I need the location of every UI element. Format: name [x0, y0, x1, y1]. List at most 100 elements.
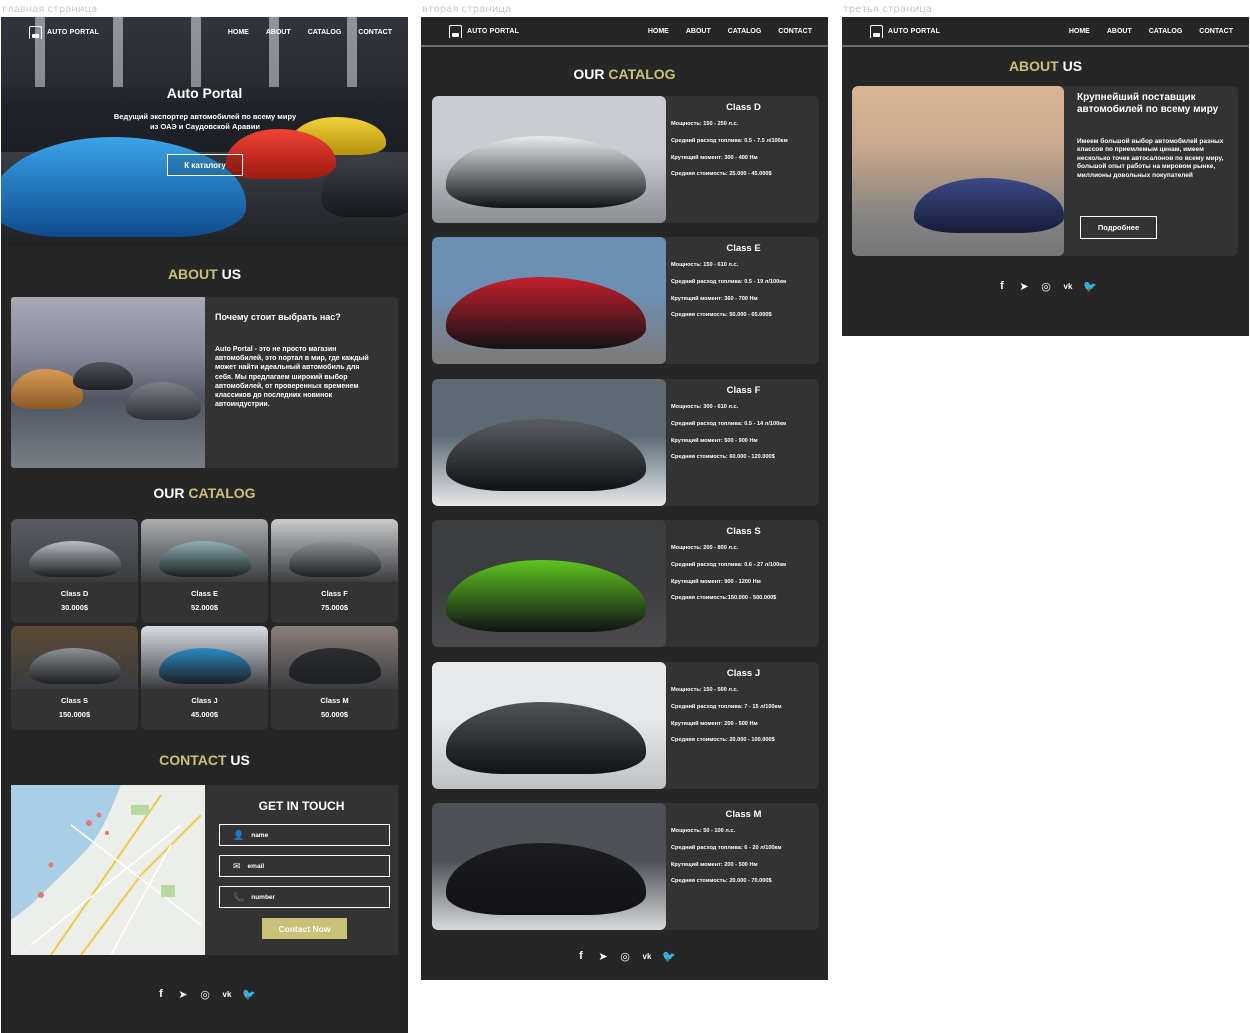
about-page-card: Крупнейший поставщик автомобилей по всем… [852, 86, 1238, 256]
catalog-card-image [11, 519, 138, 582]
class-card-title: Class E [726, 243, 761, 254]
about-page-text: Имеем большой выбор автомобилей разных к… [1077, 138, 1224, 179]
instagram-icon[interactable]: ◎ [198, 987, 212, 1001]
nav-catalog[interactable]: CATALOG [308, 29, 342, 36]
class-card[interactable]: Class J Мощность: 150 - 500 л.с. Средний р… [432, 662, 819, 789]
map-graphic [11, 785, 205, 955]
nav-contact[interactable]: CONTACT [1199, 28, 1233, 35]
logo[interactable]: AUTO PORTAL [870, 24, 941, 38]
catalog-card[interactable]: Class J 45.000$ [141, 626, 268, 730]
catalog-card-car [289, 541, 381, 577]
class-card-cost: Средняя стоимость: 25.000 - 45.000$ [671, 171, 772, 177]
class-card-power: Мощность: 50 - 100 л.с. [671, 828, 736, 834]
class-card-power: Мощность: 300 - 610 л.с. [671, 404, 739, 410]
class-card-power: Мощность: 150 - 610 л.с. [671, 262, 739, 268]
contact-title: CONTACT US [1, 752, 408, 768]
email-field[interactable]: ✉ email [219, 855, 390, 877]
class-card-image [432, 96, 666, 223]
about-page-title-rest: US [1058, 58, 1083, 74]
class-card-power: Мощность: 200 - 800 л.с. [671, 545, 739, 551]
telegram-icon[interactable]: ➤ [596, 949, 610, 963]
class-card-torque: Крутящий момент: 300 - 400 Нм [671, 155, 758, 161]
logo[interactable]: AUTO PORTAL [29, 25, 100, 39]
class-card-cost: Средняя стоимость: 20.000 - 100.000$ [671, 737, 775, 743]
nav-about[interactable]: ABOUT [1107, 28, 1132, 35]
catalog-title: OUR CATALOG [1, 485, 408, 501]
nav-catalog[interactable]: CATALOG [728, 28, 762, 35]
class-card-car [446, 419, 646, 491]
number-field[interactable]: 📞 number [219, 886, 390, 908]
map[interactable] [11, 785, 205, 955]
logo-text: AUTO PORTAL [888, 27, 941, 35]
nav-home[interactable]: HOME [228, 29, 249, 36]
twitter-icon[interactable]: 🐦 [242, 987, 256, 1001]
about-page-title-accent: ABOUT [1008, 58, 1059, 74]
facebook-icon[interactable]: f [154, 987, 168, 1001]
logo-text: AUTO PORTAL [47, 28, 100, 36]
vk-icon[interactable]: vk [1061, 279, 1075, 293]
catalog-card-image [11, 626, 138, 689]
catalog-title-accent: CATALOG [184, 485, 256, 501]
nav-about[interactable]: ABOUT [266, 29, 291, 36]
vk-icon[interactable]: vk [220, 987, 234, 1001]
catalog-card[interactable]: Class M 50.000$ [271, 626, 398, 730]
about-car-grey [126, 382, 201, 420]
about-card: Почему стоит выбрать нас? Auto Portal - … [11, 297, 398, 468]
nav-menu: HOME ABOUT CATALOG CONTACT [228, 29, 392, 36]
catalog-page-frame: AUTO PORTAL HOME ABOUT CATALOG CONTACT O… [421, 17, 828, 980]
contact-now-button[interactable]: Contact Now [262, 918, 347, 939]
name-placeholder: name [251, 831, 269, 839]
logo[interactable]: AUTO PORTAL [449, 24, 519, 38]
nav-contact[interactable]: CONTACT [778, 28, 812, 35]
class-card[interactable]: Class S Мощность: 200 - 800 л.с. Средний р… [432, 520, 819, 647]
class-card-fuel: Средний расход топлива: 6 - 20 л/100км [671, 845, 782, 851]
telegram-icon[interactable]: ➤ [1017, 279, 1031, 293]
about-title-accent: ABOUT [167, 266, 218, 282]
catalog-card[interactable]: Class E 52.000$ [141, 519, 268, 623]
catalog-card[interactable]: Class S 150.000$ [11, 626, 138, 730]
class-card-car [446, 843, 646, 915]
twitter-icon[interactable]: 🐦 [662, 949, 676, 963]
class-card[interactable]: Class M Мощность: 50 - 100 л.с. Средний ра… [432, 803, 819, 930]
class-card-image [432, 662, 666, 789]
nav-catalog[interactable]: CATALOG [1149, 28, 1183, 35]
class-card-title: Class D [726, 102, 761, 113]
facebook-icon[interactable]: f [574, 949, 588, 963]
twitter-icon[interactable]: 🐦 [1083, 279, 1097, 293]
instagram-icon[interactable]: ◎ [1039, 279, 1053, 293]
class-card[interactable]: Class E Мощность: 150 - 610 л.с. Средний р… [432, 237, 819, 364]
class-card-title: Class M [725, 809, 762, 820]
catalog-card-price: 52.000$ [190, 603, 219, 612]
socials-catalog: f ➤ ◎ vk 🐦 [574, 949, 676, 963]
class-card[interactable]: Class F Мощность: 300 - 610 л.с. Средний р… [432, 379, 819, 506]
more-button[interactable]: Подробнее [1080, 216, 1157, 239]
catalog-page-title: OUR CATALOG [421, 66, 828, 82]
nav-contact[interactable]: CONTACT [358, 29, 392, 36]
telegram-icon[interactable]: ➤ [176, 987, 190, 1001]
vk-icon[interactable]: vk [640, 949, 654, 963]
catalog-card[interactable]: Class D 30.000$ [11, 519, 138, 623]
catalog-nav: AUTO PORTAL HOME ABOUT CATALOG CONTACT [421, 17, 828, 47]
to-catalog-button[interactable]: К каталогу [167, 154, 243, 176]
about-question: Почему стоит выбрать нас? [215, 312, 341, 322]
facebook-icon[interactable]: f [995, 279, 1009, 293]
catalog-card[interactable]: Class F 75.000$ [271, 519, 398, 623]
class-card[interactable]: Class D Мощность: 150 - 250 л.с. Средний р… [432, 96, 819, 223]
catalog-card-price: 45.000$ [190, 710, 219, 719]
catalog-card-price: 150.000$ [58, 710, 91, 719]
nav-about[interactable]: ABOUT [686, 28, 711, 35]
class-card-image [432, 520, 666, 647]
frame-label-third: третья страница [843, 4, 933, 15]
class-card-image [432, 379, 666, 506]
catalog-card-image [141, 626, 268, 689]
name-field[interactable]: 👤 name [219, 824, 390, 846]
socials-about: f ➤ ◎ vk 🐦 [995, 279, 1097, 293]
catalog-card-name: Class E [190, 589, 219, 598]
contact-title-accent: CONTACT [159, 752, 227, 768]
class-card-torque: Крутящий момент: 200 - 500 Нм [671, 721, 758, 727]
nav-home[interactable]: HOME [1069, 28, 1090, 35]
get-in-touch-title: GET IN TOUCH [258, 799, 345, 813]
frame-label-main: главная страница [2, 4, 98, 15]
nav-home[interactable]: HOME [648, 28, 669, 35]
instagram-icon[interactable]: ◎ [618, 949, 632, 963]
